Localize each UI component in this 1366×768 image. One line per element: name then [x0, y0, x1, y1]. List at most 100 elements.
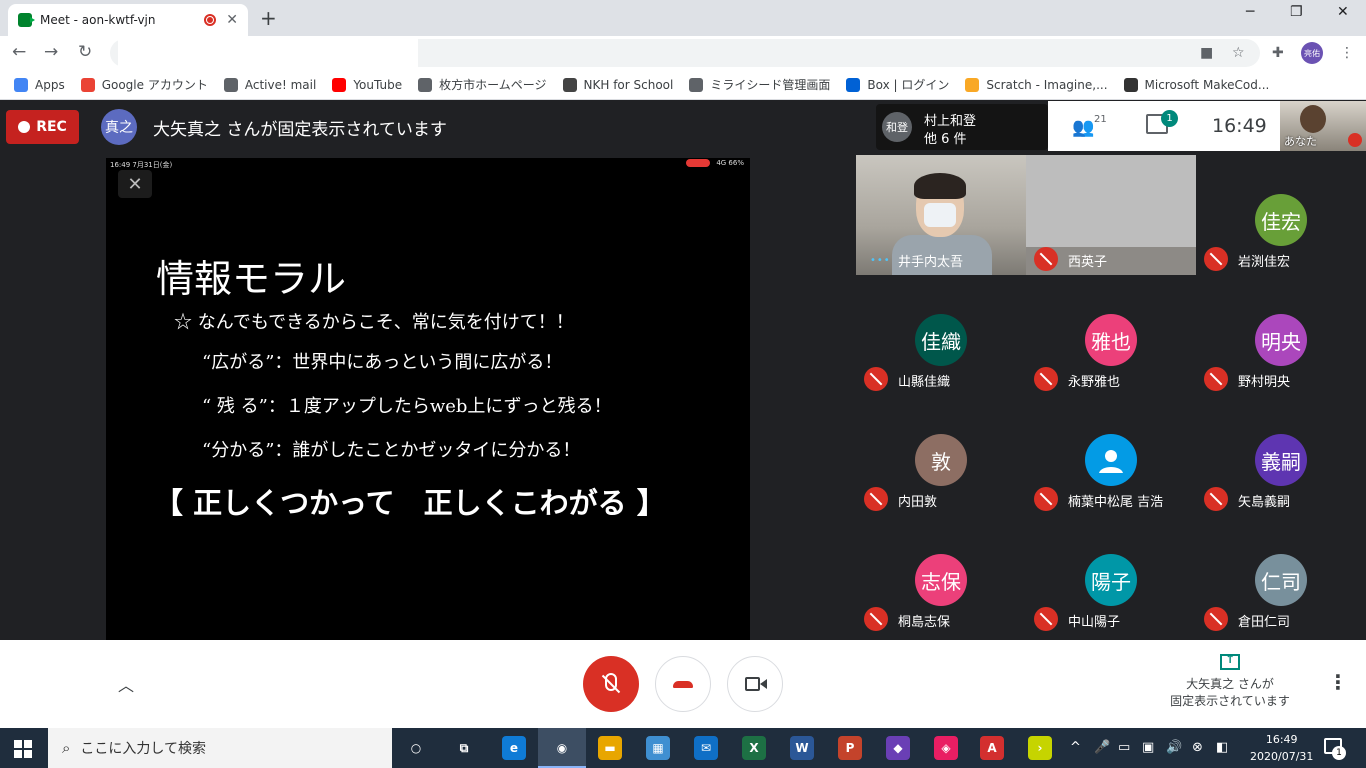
meeting-info-bar: 👥 21 1 16:49 [1048, 101, 1280, 151]
speaker-name: 村上和登 [924, 114, 977, 129]
participant-tile[interactable]: 楠葉中松尾 吉浩 [1026, 395, 1196, 515]
close-icon[interactable]: ✕ [118, 170, 152, 198]
leave-call-button[interactable] [655, 656, 711, 712]
present-now-button[interactable]: 大矢真之 さんが 固定表示されています [1150, 652, 1310, 710]
pinned-avatar: 真之 [101, 109, 137, 145]
extensions-icon[interactable]: ✚ [1272, 45, 1284, 61]
recording-button[interactable]: REC [6, 110, 79, 144]
bookmark-item[interactable]: 枚方市ホームページ [418, 76, 547, 93]
taskbar-app-icon[interactable]: X [742, 736, 766, 760]
participant-tile[interactable]: 佳宏 岩渕佳宏 [1196, 155, 1366, 275]
camera-icon[interactable]: ■ [1200, 45, 1213, 61]
bookmark-item[interactable]: Google アカウント [80, 76, 208, 93]
network-icon[interactable]: ▣ [1142, 740, 1154, 755]
bookmark-item[interactable]: Box | ログイン [846, 76, 949, 93]
mic-muted-icon [1204, 247, 1228, 271]
active-speaker-chip[interactable]: 和登 村上和登 他 6 件 [876, 104, 1048, 150]
chevron-up-icon[interactable]: ︿ [118, 672, 134, 696]
bookmark-label: Apps [35, 77, 65, 92]
bookmark-label: Scratch - Imagine,... [986, 77, 1108, 92]
participant-tile[interactable]: 西英子 [1026, 155, 1196, 275]
taskbar-app-icon[interactable]: ✉ [694, 736, 718, 760]
taskbar-app-icon[interactable]: ▦ [646, 736, 670, 760]
bookmark-item[interactable]: ミライシード管理画面 [689, 76, 830, 93]
participant-tile[interactable]: 佳織 山縣佳織 [856, 275, 1026, 395]
windows-start-icon[interactable] [14, 740, 32, 758]
address-bar[interactable] [110, 39, 1260, 67]
mic-muted-icon [864, 487, 888, 511]
tab-strip: Meet - aon-kwtf-vjn ✕ + ─ ❐ ✕ [0, 0, 1366, 36]
bookmark-item[interactable]: Apps [14, 77, 65, 92]
close-tab-icon[interactable]: ✕ [226, 12, 238, 28]
taskbar-app-icon[interactable]: ◉ [550, 736, 574, 760]
menu-icon[interactable]: ⋮ [1340, 45, 1354, 61]
taskbar-app-icon[interactable]: ○ [404, 736, 428, 760]
taskbar-app-icon[interactable]: ▬ [598, 736, 622, 760]
bookmark-item[interactable]: Microsoft MakeCod... [1123, 77, 1269, 92]
taskbar-app-icon[interactable]: ◈ [934, 736, 958, 760]
forward-button[interactable]: → [44, 42, 58, 62]
participant-tile[interactable]: 義嗣 矢島義嗣 [1196, 395, 1366, 515]
participant-name: 内田敦 [898, 495, 938, 510]
participant-tile[interactable]: 仁司 倉田仁司 [1196, 515, 1366, 635]
volume-icon[interactable]: 🔊 [1166, 740, 1182, 755]
bookmark-favicon-icon [846, 77, 861, 92]
participant-tile[interactable]: 志保桐島志保 [856, 515, 1026, 635]
battery-icon[interactable]: ▭ [1118, 740, 1130, 755]
participant-tile[interactable]: ••• 井手内太吾 [856, 155, 1026, 275]
participant-tile[interactable]: 雅也 永野雅也 [1026, 275, 1196, 395]
participant-avatar: 志保 [915, 554, 967, 606]
taskbar-search[interactable]: ⌕ ここに入力して検索 [48, 728, 392, 768]
back-button[interactable]: ← [12, 42, 26, 62]
taskbar-app-icon[interactable]: A [980, 736, 1004, 760]
taskbar-app-icon[interactable]: e [502, 736, 526, 760]
tab-meet[interactable]: Meet - aon-kwtf-vjn ✕ [8, 4, 248, 36]
minimize-button[interactable]: ─ [1246, 4, 1254, 20]
tray-chevron-icon[interactable]: ^ [1070, 740, 1081, 755]
bookmark-favicon-icon [80, 77, 95, 92]
participant-name: 野村明央 [1238, 375, 1291, 390]
taskbar-app-icon[interactable]: › [1028, 736, 1052, 760]
people-icon[interactable]: 👥 [1072, 117, 1094, 138]
participant-tile[interactable]: 敦内田敦 [856, 395, 1026, 515]
record-dot-icon [18, 121, 31, 133]
mic-tray-icon[interactable]: 🎤 [1094, 740, 1110, 755]
participant-avatar: 義嗣 [1255, 434, 1307, 486]
maximize-button[interactable]: ❐ [1290, 4, 1303, 20]
participant-tile[interactable]: 明央 野村明央 [1196, 275, 1366, 395]
video-mask [924, 203, 956, 227]
camera-lens [760, 679, 767, 689]
bookmark-item[interactable]: Active! mail [223, 77, 316, 92]
taskbar-app-icon[interactable]: W [790, 736, 814, 760]
more-options-icon[interactable]: ⋮ [1328, 670, 1348, 694]
taskbar-app-icon[interactable]: P [838, 736, 862, 760]
mic-toggle-button[interactable] [583, 656, 639, 712]
bookmark-favicon-icon [965, 77, 980, 92]
ime-mode-icon[interactable]: ◧ [1216, 740, 1228, 755]
participant-avatar: 仁司 [1255, 554, 1307, 606]
self-mic-muted-icon [1348, 133, 1362, 147]
speaking-indicator-icon: ••• [870, 255, 891, 266]
new-tab-button[interactable]: + [260, 6, 277, 30]
windows-taskbar: ⌕ ここに入力して検索 ○ ⧉ e ◉ ▬ ▦ ✉ X W P ◆ ◈ A › ^ 🎤 ▭ ▣ 🔊 ⊗ ◧… [0, 728, 1366, 768]
url-field[interactable] [118, 39, 418, 67]
close-window-button[interactable]: ✕ [1337, 4, 1349, 20]
taskbar-clock[interactable]: 16:49 2020/07/31 [1250, 731, 1313, 765]
meeting-clock: 16:49 [1212, 115, 1267, 137]
bookmark-item[interactable]: Scratch - Imagine,... [965, 77, 1108, 92]
participant-tile[interactable]: 陽子 中山陽子 [1026, 515, 1196, 635]
bookmark-item[interactable]: YouTube [332, 77, 402, 92]
bookmark-item[interactable]: NKH for School [562, 77, 673, 92]
profile-avatar[interactable]: 亮佑 [1301, 42, 1323, 64]
taskbar-app-icon[interactable]: ◆ [886, 736, 910, 760]
taskbar-app-icon[interactable]: ⧉ [452, 736, 476, 760]
camera-toggle-button[interactable] [727, 656, 783, 712]
self-view-tile[interactable]: あなた [1280, 101, 1366, 151]
participant-name: 桐島志保 [898, 615, 951, 630]
bookmark-star-icon[interactable]: ☆ [1232, 45, 1245, 61]
reload-button[interactable]: ↻ [78, 42, 92, 62]
bookmark-label: Google アカウント [101, 78, 208, 92]
participant-name: 西英子 [1068, 255, 1108, 270]
ime-icon[interactable]: ⊗ [1192, 740, 1203, 755]
mic-muted-icon [1034, 607, 1058, 631]
